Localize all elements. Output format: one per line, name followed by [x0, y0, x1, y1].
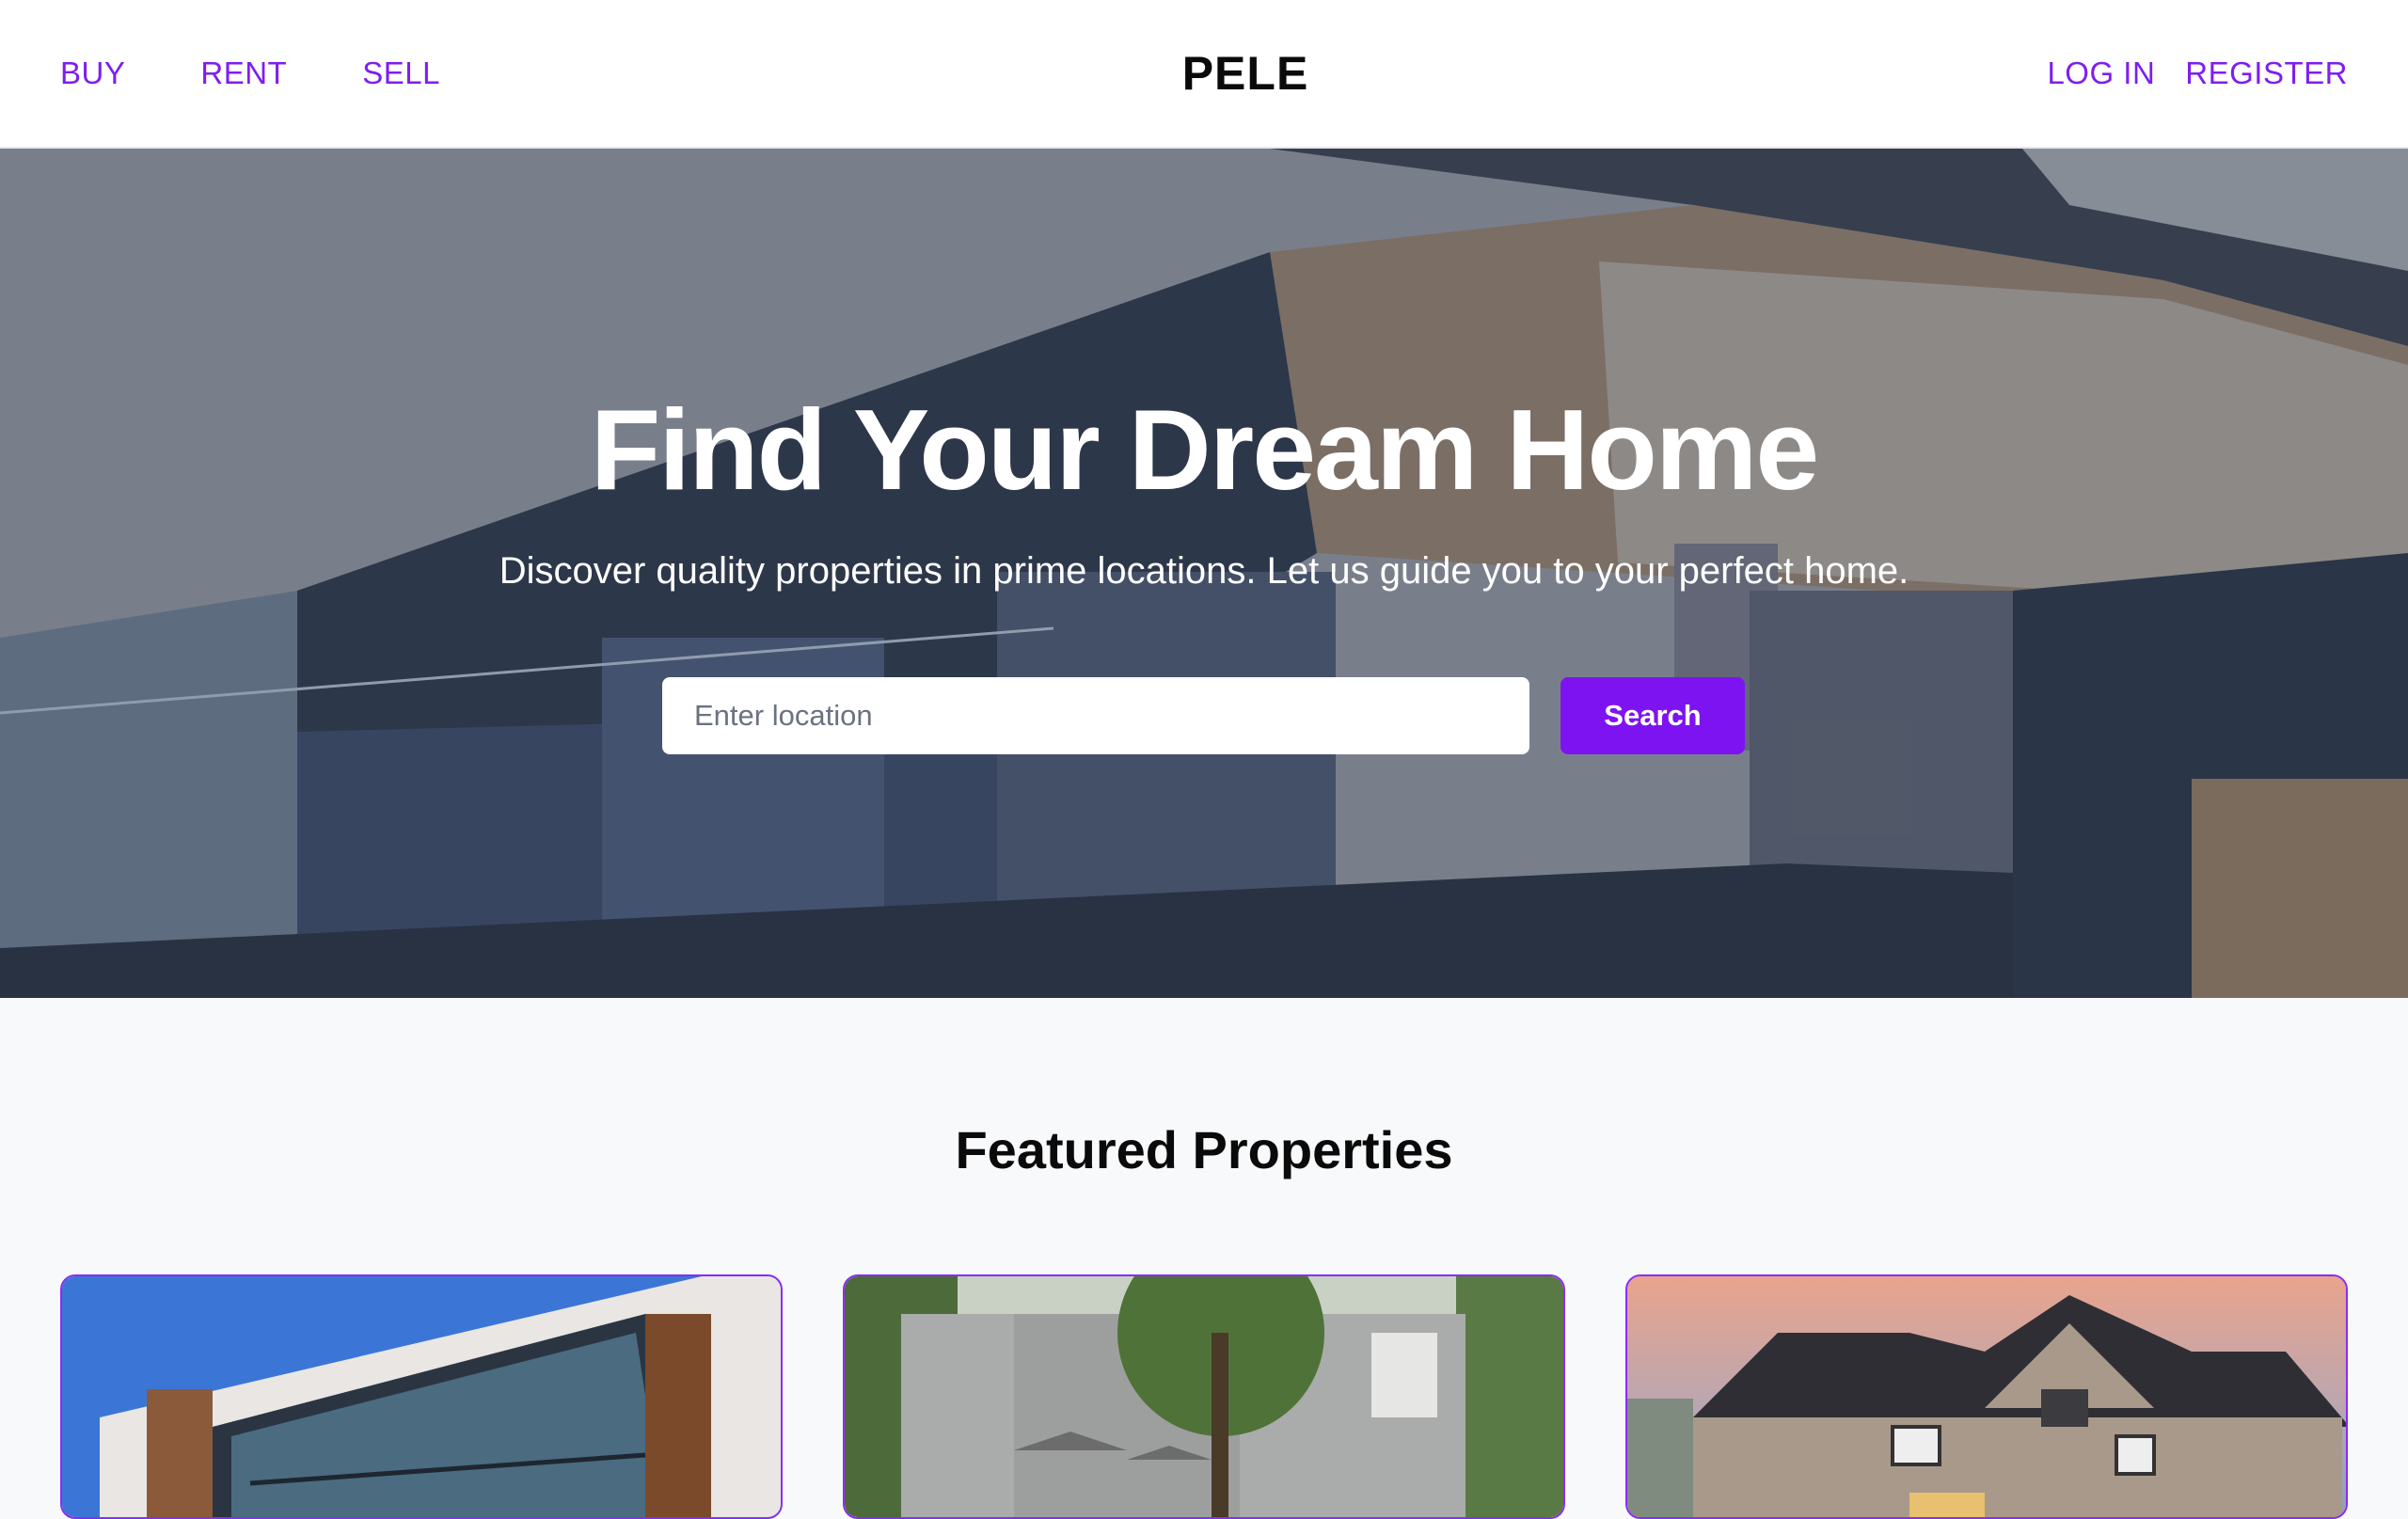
hero-subtitle: Discover quality properties in prime loc…: [499, 550, 1909, 592]
property-card[interactable]: [60, 1274, 783, 1519]
register-link[interactable]: REGISTER: [2185, 55, 2348, 92]
property-image: [62, 1276, 781, 1517]
featured-properties-heading: Featured Properties: [955, 1120, 1453, 1179]
site-header: BUY RENT SELL PELE LOG IN REGISTER: [0, 0, 2408, 149]
hero-section: Find Your Dream Home Discover quality pr…: [0, 149, 2408, 998]
property-card[interactable]: [843, 1274, 1565, 1519]
property-image: [1627, 1276, 2346, 1517]
account-nav: LOG IN REGISTER: [2047, 55, 2348, 92]
property-image: [845, 1276, 1563, 1517]
search-button[interactable]: Search: [1560, 677, 1745, 754]
property-card[interactable]: [1625, 1274, 2348, 1519]
location-search-input[interactable]: [662, 677, 1529, 754]
login-link[interactable]: LOG IN: [2047, 55, 2155, 92]
hero-title: Find Your Dream Home: [590, 386, 1820, 514]
brand-logo[interactable]: PELE: [1182, 45, 1309, 102]
